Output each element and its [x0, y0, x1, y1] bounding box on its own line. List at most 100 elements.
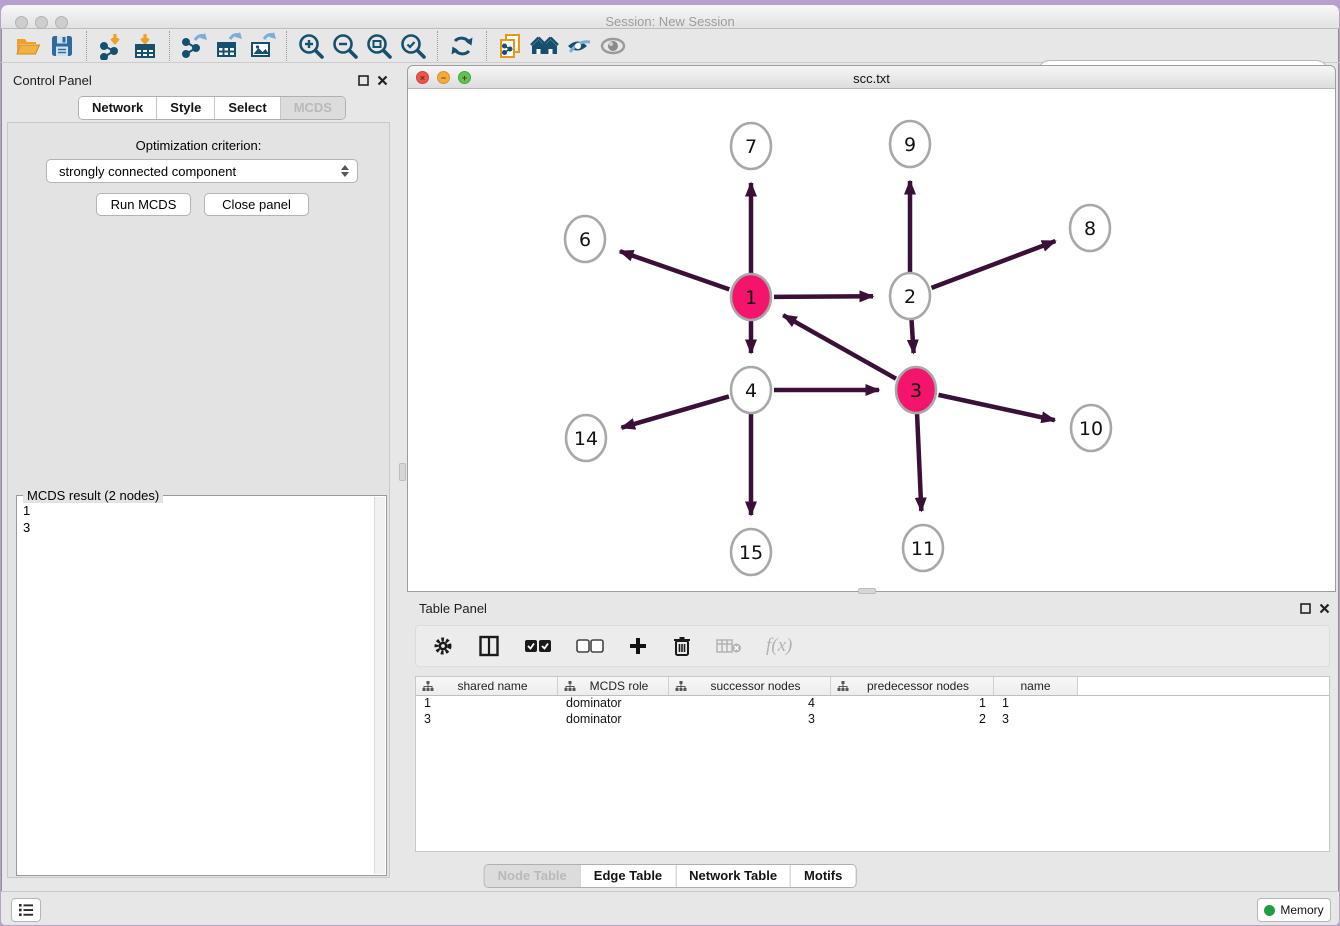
- result-scrollbar[interactable]: [374, 497, 385, 874]
- run-mcds-button[interactable]: Run MCDS: [96, 193, 191, 216]
- show-panels-icon[interactable]: [596, 31, 630, 61]
- table-cell[interactable]: 2: [831, 712, 994, 728]
- clone-network-icon[interactable]: [494, 31, 528, 61]
- mcds-panel: Optimization criterion: strongly connect…: [7, 122, 390, 878]
- home-view-icon[interactable]: [528, 31, 562, 61]
- graph-node-14[interactable]: 14: [566, 415, 606, 461]
- graph-node-9[interactable]: 9: [890, 121, 930, 167]
- graph-node-10[interactable]: 10: [1071, 405, 1111, 451]
- control-panel-tabs: NetworkStyleSelectMCDS: [78, 96, 346, 120]
- result-line: 1: [23, 502, 372, 519]
- optimization-criterion-label: Optimization criterion:: [8, 138, 389, 153]
- zoom-in-icon[interactable]: [294, 31, 328, 61]
- table-row[interactable]: 3dominator323: [416, 712, 1329, 728]
- graph-edge-4-14[interactable]: [622, 396, 729, 427]
- memory-status-icon: [1264, 905, 1275, 916]
- graph-edge-1-2[interactable]: [774, 296, 873, 297]
- tab-select[interactable]: Select: [214, 97, 279, 119]
- table-row[interactable]: 1dominator411: [416, 696, 1329, 712]
- graph-edge-3-11[interactable]: [917, 413, 921, 511]
- memory-button[interactable]: Memory: [1257, 898, 1331, 922]
- refresh-layout-icon[interactable]: [445, 31, 479, 61]
- graph-node-6[interactable]: 6: [565, 216, 605, 262]
- graph-edge-3-10[interactable]: [938, 395, 1054, 420]
- select-all-columns-icon[interactable]: [524, 632, 552, 660]
- zoom-out-icon[interactable]: [328, 31, 362, 61]
- column-visibility-icon[interactable]: [478, 632, 500, 660]
- svg-text:15: 15: [739, 542, 763, 564]
- column-header-predecessor-nodes[interactable]: predecessor nodes: [831, 677, 994, 695]
- task-history-button[interactable]: [11, 898, 41, 922]
- table-cell[interactable]: 3: [416, 712, 558, 728]
- table-cell[interactable]: 1: [831, 696, 994, 712]
- mcds-result-list[interactable]: 13: [23, 502, 372, 873]
- tab-style[interactable]: Style: [156, 97, 214, 119]
- graph-node-1[interactable]: 1: [731, 274, 771, 320]
- column-header-MCDS-role[interactable]: MCDS role: [558, 677, 669, 695]
- tree-icon: [675, 681, 687, 692]
- graph-node-2[interactable]: 2: [890, 273, 930, 319]
- hide-panels-icon[interactable]: [562, 31, 596, 61]
- table-cell[interactable]: 3: [994, 712, 1078, 728]
- vertical-splitter-handle[interactable]: [399, 463, 406, 481]
- table-panel-title: Table Panel: [419, 600, 487, 618]
- delete-column-icon[interactable]: [672, 632, 692, 660]
- tab-motifs[interactable]: Motifs: [790, 865, 855, 887]
- graph-node-15[interactable]: 15: [731, 529, 771, 575]
- svg-text:9: 9: [904, 134, 916, 156]
- graph-node-7[interactable]: 7: [731, 123, 771, 169]
- graph-node-4[interactable]: 4: [731, 367, 771, 413]
- graph-node-3[interactable]: 3: [896, 367, 936, 413]
- table-cell[interactable]: 1: [994, 696, 1078, 712]
- tab-node-table[interactable]: Node Table: [485, 865, 580, 887]
- table-toolbar: f(x): [415, 625, 1330, 667]
- optimization-criterion-dropdown[interactable]: strongly connected component: [46, 159, 358, 183]
- table-cell[interactable]: dominator: [558, 712, 669, 728]
- svg-text:1: 1: [745, 287, 757, 309]
- export-image-icon[interactable]: [245, 31, 279, 61]
- open-session-icon[interactable]: [11, 31, 45, 61]
- toolbar-separator: [169, 31, 170, 61]
- table-cell[interactable]: 4: [669, 696, 831, 712]
- graph-edge-3-1[interactable]: [783, 315, 896, 379]
- table-settings-icon[interactable]: [432, 632, 454, 660]
- save-session-icon[interactable]: [45, 31, 79, 61]
- close-panel-button[interactable]: Close panel: [204, 193, 309, 216]
- graph-edge-2-3[interactable]: [911, 319, 913, 353]
- horizontal-splitter-handle[interactable]: [858, 588, 876, 594]
- tab-network[interactable]: Network: [79, 97, 156, 119]
- network-graph[interactable]: 1 2 3 4 6 7 8 9 10 11 14 15: [408, 89, 1335, 591]
- zoom-selected-icon[interactable]: [396, 31, 430, 61]
- export-network-icon[interactable]: [177, 31, 211, 61]
- control-panel: Control Panel NetworkStyleSelectMCDS Opt…: [1, 66, 395, 878]
- chevron-updown-icon: [341, 165, 349, 177]
- network-window-titlebar[interactable]: × − + scc.txt: [408, 66, 1335, 89]
- tab-network-table[interactable]: Network Table: [675, 865, 790, 887]
- zoom-fit-icon[interactable]: [362, 31, 396, 61]
- float-panel-icon[interactable]: [358, 73, 369, 91]
- import-table-icon[interactable]: [128, 31, 162, 61]
- graph-node-11[interactable]: 11: [903, 525, 943, 571]
- close-panel-icon[interactable]: [377, 73, 388, 91]
- svg-text:7: 7: [745, 136, 757, 158]
- tab-mcds[interactable]: MCDS: [280, 97, 345, 119]
- table-cell[interactable]: 1: [416, 696, 558, 712]
- tree-icon: [564, 681, 576, 692]
- column-header-name[interactable]: name: [994, 677, 1078, 695]
- tab-edge-table[interactable]: Edge Table: [580, 865, 675, 887]
- table-cell[interactable]: dominator: [558, 696, 669, 712]
- table-header-row: shared nameMCDS rolesuccessor nodesprede…: [416, 677, 1329, 696]
- add-column-icon[interactable]: [628, 632, 648, 660]
- close-table-panel-icon[interactable]: [1319, 601, 1330, 619]
- export-table-icon[interactable]: [211, 31, 245, 61]
- float-table-panel-icon[interactable]: [1300, 601, 1311, 619]
- graph-edge-2-8[interactable]: [932, 241, 1056, 288]
- column-header-successor-nodes[interactable]: successor nodes: [669, 677, 831, 695]
- table-cell[interactable]: 3: [669, 712, 831, 728]
- graph-node-8[interactable]: 8: [1070, 205, 1110, 251]
- import-network-icon[interactable]: [94, 31, 128, 61]
- network-canvas[interactable]: 1 2 3 4 6 7 8 9 10 11 14 15: [408, 89, 1335, 591]
- unselect-all-columns-icon[interactable]: [576, 632, 604, 660]
- graph-edge-1-6[interactable]: [620, 251, 729, 289]
- column-header-shared-name[interactable]: shared name: [416, 677, 558, 695]
